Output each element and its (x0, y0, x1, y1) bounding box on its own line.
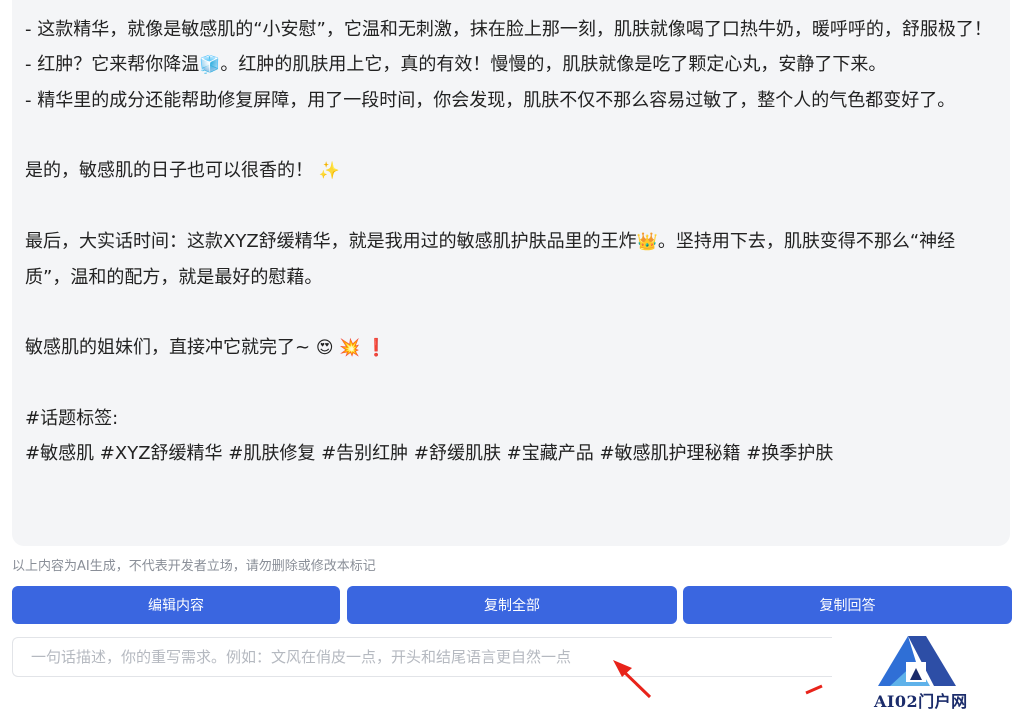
response-text: 是的，敏感肌的日子也可以很香的！ (25, 160, 313, 181)
edit-content-button[interactable]: 编辑内容 (12, 586, 340, 624)
response-paragraph-5: 最后，大实话时间：这款XYZ舒缓精华，就是我用过的敏感肌护肤品里的王炸👑。坚持用… (25, 224, 996, 295)
ice-cube-emoji-icon: 🧊 (199, 55, 221, 75)
watermark-text: AI02门户网 (874, 692, 968, 711)
response-text: - 红肿？它来帮你降温 (25, 54, 200, 75)
ai-generated-disclaimer: 以上内容为AI生成，不代表开发者立场，请勿删除或修改本标记 (12, 559, 376, 574)
response-text: 敏感肌的姐妹们，直接冲它就完了~ (25, 337, 316, 358)
response-paragraph-6: 敏感肌的姐妹们，直接冲它就完了~ 😍 💥 ❗ (25, 330, 996, 366)
red-arrow-partial-icon (805, 684, 823, 695)
hashtag-list: #敏感肌 #XYZ舒缓精华 #肌肤修复 #告别红肿 #舒缓肌肤 #宝藏产品 #敏… (25, 443, 834, 464)
response-text: 最后，大实话时间：这款XYZ舒缓精华，就是我用过的敏感肌护肤品里的王炸 (25, 231, 637, 252)
response-paragraph-4: 是的，敏感肌的日子也可以很香的！ ✨ (25, 153, 996, 189)
copy-all-button[interactable]: 复制全部 (347, 586, 677, 624)
sparkles-emoji-icon: ✨ (318, 161, 340, 181)
response-paragraph-1: - 这款精华，就像是敏感肌的“小安慰”，它温和无刺激，抹在脸上那一刻，肌肤就像喝… (25, 19, 992, 40)
crown-emoji-icon: 👑 (636, 232, 658, 252)
response-text: 。红肿的肌肤用上它，真的有效！慢慢的，肌肤就像是吃了颗定心丸，安静了下来。 (220, 54, 887, 75)
ai-response-bubble: - 这款精华，就像是敏感肌的“小安慰”，它温和无刺激，抹在脸上那一刻，肌肤就像喝… (12, 0, 1010, 546)
copy-answer-button[interactable]: 复制回答 (683, 586, 1012, 624)
hashtag-heading: #话题标签: (25, 408, 119, 429)
heart-eyes-boom-exclamation-emoji-icon: 😍 💥 ❗ (315, 338, 387, 358)
response-paragraph-2: - 红肿？它来帮你降温🧊。红肿的肌肤用上它，真的有效！慢慢的，肌肤就像是吃了颗定… (25, 47, 996, 83)
response-paragraph-3: - 精华里的成分还能帮助修复屏障，用了一段时间，你会发现，肌肤不仅不那么容易过敏… (25, 90, 956, 111)
rewrite-request-input[interactable] (12, 637, 832, 677)
watermark-logo: AI02门户网 (860, 628, 1020, 711)
triangle-logo-icon (878, 636, 956, 686)
